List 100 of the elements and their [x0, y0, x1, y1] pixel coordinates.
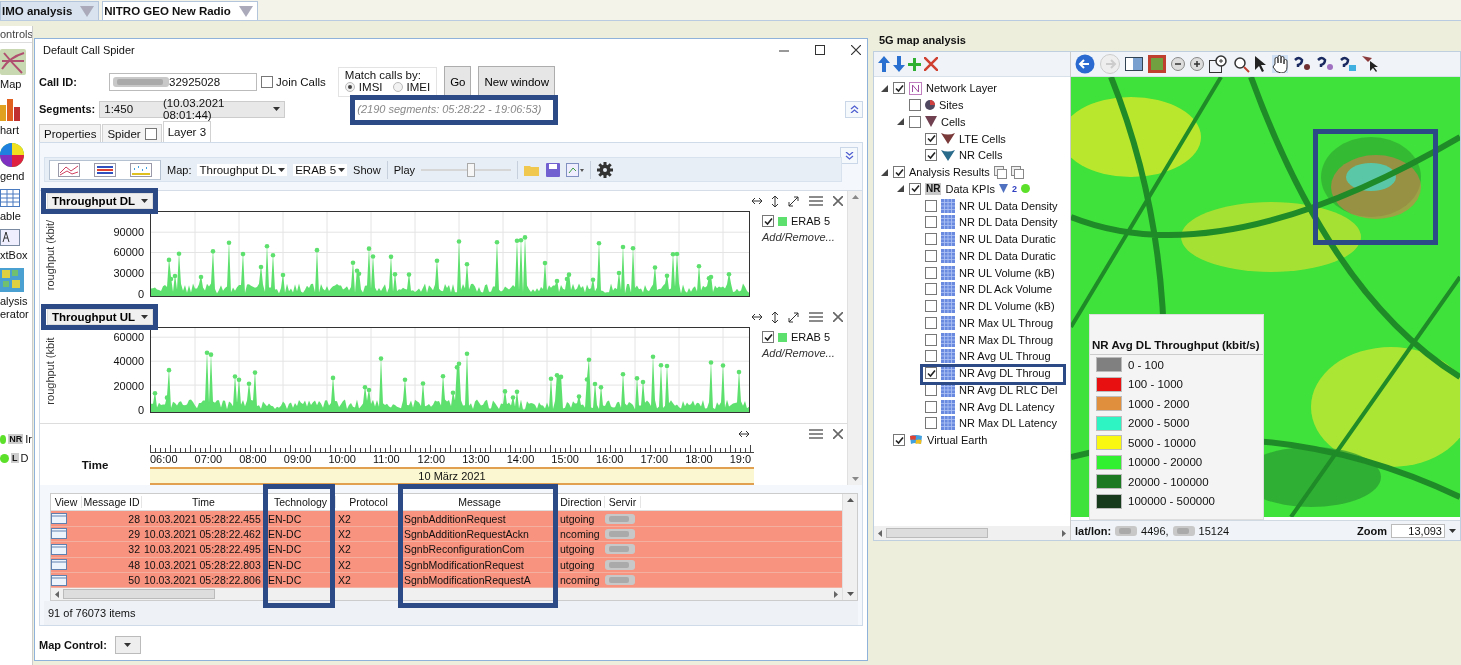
column-header[interactable]: Protocol: [336, 496, 402, 509]
copy-icon[interactable]: [993, 165, 1007, 179]
pointer-icon[interactable]: [1255, 56, 1267, 72]
scatter-chart-icon[interactable]: [130, 162, 152, 177]
scroll-up-icon[interactable]: [851, 195, 859, 199]
tree-item-label[interactable]: NR Avg DL Throug: [959, 367, 1051, 380]
expand-arrow-icon[interactable]: [897, 118, 904, 126]
tree-item-label[interactable]: NR UL Data Density: [959, 199, 1058, 212]
checkbox[interactable]: [925, 300, 937, 313]
close-icon[interactable]: [851, 45, 861, 55]
tree-item-label[interactable]: NR Avg DL Latency: [959, 400, 1055, 413]
menu-icon[interactable]: [809, 196, 823, 206]
view-icon[interactable]: [51, 559, 67, 571]
document-tab[interactable]: NITRO GEO New Radio: [102, 1, 258, 20]
play-button[interactable]: Play: [393, 163, 416, 176]
checkbox[interactable]: [925, 316, 937, 329]
control-label[interactable]: Map: [0, 78, 30, 91]
checkbox[interactable]: [925, 350, 937, 363]
info-tool-icon[interactable]: [1339, 56, 1357, 72]
tree-item-label[interactable]: NR Cells: [959, 149, 1003, 162]
resize-vertical-icon[interactable]: [772, 311, 778, 323]
scroll-right-icon[interactable]: [834, 590, 838, 598]
checkbox[interactable]: [909, 182, 921, 195]
resize-vertical-icon[interactable]: [772, 195, 778, 207]
tree-item-label[interactable]: LTE Cells: [959, 132, 1006, 145]
checkbox[interactable]: [762, 215, 774, 227]
checkbox[interactable]: [762, 331, 774, 343]
view-icon[interactable]: [51, 543, 67, 555]
settings-icon[interactable]: [597, 161, 614, 178]
bar-list-icon[interactable]: [94, 162, 116, 177]
copy-icon[interactable]: [1010, 165, 1024, 179]
maximize-icon[interactable]: [815, 45, 825, 55]
tree-item-label[interactable]: NR UL Volume (kB): [959, 266, 1055, 279]
tree-item-label[interactable]: Analysis Results: [909, 166, 990, 179]
tree-item-label[interactable]: NR Max DL Throug: [959, 333, 1054, 346]
call-id-field[interactable]: 32925028: [109, 73, 257, 91]
show-button[interactable]: Show: [353, 163, 381, 176]
add-remove-link[interactable]: Add/Remove...: [762, 231, 835, 243]
zoom-out-icon[interactable]: [1171, 57, 1185, 71]
view-icon[interactable]: [51, 513, 67, 525]
action-button[interactable]: New window: [478, 66, 556, 98]
checkbox[interactable]: [925, 199, 937, 212]
tree-item-label[interactable]: NR DL Data Duratic: [959, 249, 1056, 262]
save-icon[interactable]: [546, 162, 561, 177]
checkbox[interactable]: [893, 434, 905, 447]
radio-button[interactable]: [344, 82, 355, 92]
checkbox[interactable]: [909, 99, 921, 112]
chart-selector[interactable]: Throughput UL: [47, 309, 154, 325]
tree-item-label[interactable]: NR Avg DL RLC Del: [959, 383, 1058, 396]
control-label[interactable]: xtBox: [0, 249, 30, 262]
checkbox[interactable]: [925, 233, 937, 246]
scroll-up-icon[interactable]: [846, 498, 854, 502]
tree-item-label[interactable]: NR DL Data Density: [959, 216, 1058, 229]
play-slider[interactable]: [421, 162, 512, 177]
tree-item-label[interactable]: NR UL Data Duratic: [959, 233, 1056, 246]
scroll-down-icon[interactable]: [846, 592, 854, 596]
expand-arrow-icon[interactable]: [881, 168, 888, 176]
close-icon[interactable]: [833, 429, 843, 439]
info-tool-icon[interactable]: [1316, 56, 1334, 72]
column-header[interactable]: Direction: [558, 496, 605, 509]
column-header[interactable]: Message: [402, 496, 558, 509]
checkbox[interactable]: [925, 367, 937, 380]
column-header[interactable]: Servir: [605, 496, 641, 509]
tree-item-label[interactable]: Data KPIs: [945, 182, 995, 195]
scrollbar-thumb[interactable]: [886, 528, 988, 538]
tab[interactable]: Layer 3: [162, 121, 212, 142]
tree-item-label[interactable]: NR Avg UL Throug: [959, 350, 1051, 363]
checkbox[interactable]: [893, 166, 905, 179]
add-remove-link[interactable]: Add/Remove...: [762, 347, 835, 359]
close-icon[interactable]: [833, 312, 843, 322]
checkbox[interactable]: [925, 249, 937, 262]
control-label[interactable]: able: [0, 210, 30, 223]
tab[interactable]: Spider: [102, 124, 162, 142]
view-icon[interactable]: [51, 574, 67, 586]
control-label[interactable]: gend: [0, 170, 30, 183]
collapse-button[interactable]: [845, 100, 863, 118]
map-control-dropdown[interactable]: [114, 636, 141, 654]
scroll-right-icon[interactable]: [1062, 529, 1066, 537]
checkbox[interactable]: [925, 132, 937, 145]
scrollbar-thumb[interactable]: [63, 589, 215, 600]
line-chart-icon[interactable]: [58, 162, 80, 177]
checkbox[interactable]: [261, 76, 273, 88]
tree-item-label[interactable]: NR Max DL Latency: [959, 417, 1058, 430]
tab[interactable]: Properties: [39, 124, 102, 142]
zoom-extent-icon[interactable]: [1232, 55, 1250, 73]
tree-item-label[interactable]: NR Max UL Throug: [959, 316, 1054, 329]
chart-selector[interactable]: Throughput DL: [47, 193, 154, 209]
move-down-icon[interactable]: [893, 56, 905, 72]
expand-button[interactable]: [840, 147, 858, 164]
document-tab[interactable]: IMO analysis: [0, 1, 100, 20]
column-header[interactable]: Message ID: [82, 496, 142, 509]
tree-item-label[interactable]: Network Layer: [926, 82, 997, 95]
checkbox[interactable]: [925, 417, 937, 430]
checkbox[interactable]: [925, 216, 937, 229]
checkbox[interactable]: [925, 400, 937, 413]
panel-icon[interactable]: [1125, 57, 1143, 71]
menu-icon[interactable]: [809, 429, 823, 439]
zoom-box-icon[interactable]: [1209, 55, 1227, 73]
add-icon[interactable]: [908, 57, 921, 71]
resize-horizontal-icon[interactable]: [752, 313, 762, 321]
